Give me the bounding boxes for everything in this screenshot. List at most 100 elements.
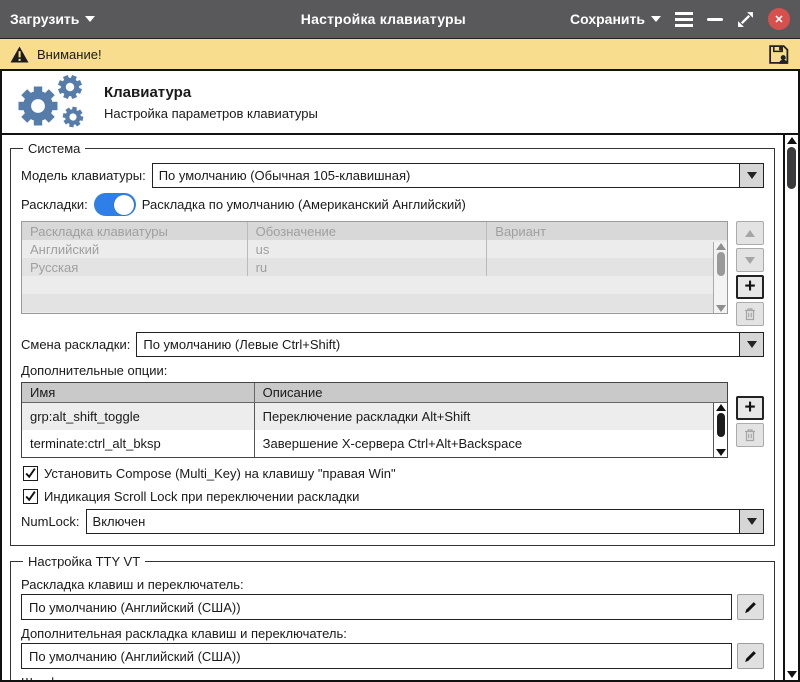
- tty-alt-layout-edit-button[interactable]: [737, 643, 764, 669]
- plus-icon: +: [744, 277, 755, 296]
- layouts-table: Раскладка клавиатуры Обозначение Вариант…: [21, 221, 728, 314]
- chevron-down-icon: [747, 518, 757, 525]
- compose-checkbox[interactable]: [23, 466, 38, 481]
- titlebar: Загрузить Настройка клавиатуры Сохранить: [0, 0, 800, 38]
- triangle-down-icon: [745, 257, 755, 264]
- table-row[interactable]: grp:alt_shift_toggle Переключение раскла…: [22, 403, 727, 430]
- keyboard-settings-gears-icon: [12, 74, 88, 130]
- tty-layout-row: По умолчанию (Английский (США)): [21, 594, 764, 620]
- scroll-thumb[interactable]: [787, 147, 796, 189]
- layout-switch-label: Смена раскладки:: [21, 337, 130, 352]
- pencil-icon: [743, 649, 758, 664]
- scroll-area: Система Модель клавиатуры: По умолчанию …: [2, 135, 783, 680]
- layout-move-up-button[interactable]: [736, 221, 764, 245]
- warning-text: Внимание!: [37, 47, 102, 62]
- keyboard-model-dropdown-button[interactable]: [739, 164, 763, 187]
- content-area: Система Модель клавиатуры: По умолчанию …: [2, 135, 798, 680]
- close-icon: ✕: [768, 8, 790, 30]
- warning-icon: [10, 46, 29, 63]
- options-table-buttons: +: [736, 396, 764, 447]
- options-table-header: Имя Описание: [22, 383, 727, 403]
- checkmark-icon: [24, 490, 37, 503]
- scroll-up-icon[interactable]: [787, 137, 797, 144]
- option-delete-button[interactable]: [736, 423, 764, 447]
- trash-icon: [743, 428, 757, 442]
- layout-switch-row: Смена раскладки: По умолчанию (Левые Ctr…: [21, 332, 764, 357]
- hamburger-icon: [675, 18, 693, 21]
- column-header: Раскладка клавиатуры: [22, 222, 248, 240]
- compose-checkbox-row[interactable]: Установить Compose (Multi_Key) на клавиш…: [23, 466, 764, 481]
- tty-layout-field[interactable]: По умолчанию (Английский (США)): [21, 594, 732, 620]
- table-row[interactable]: terminate:ctrl_alt_bksp Завершение X-сер…: [22, 430, 727, 457]
- table-row: Английский us: [22, 240, 727, 258]
- default-layout-toggle-text: Раскладка по умолчанию (Американский Анг…: [142, 197, 466, 212]
- triangle-up-icon: [745, 230, 755, 237]
- tty-layout-edit-button[interactable]: [737, 594, 764, 620]
- tty-alt-layout-label: Дополнительная раскладка клавиш и перекл…: [21, 626, 347, 641]
- vertical-scrollbar[interactable]: [783, 135, 798, 680]
- system-group: Система Модель клавиатуры: По умолчанию …: [10, 141, 775, 546]
- cell-layout-code: ru: [248, 258, 488, 276]
- scroll-down-icon[interactable]: [787, 671, 797, 678]
- numlock-dropdown-button[interactable]: [739, 510, 763, 533]
- column-header: Описание: [255, 383, 727, 403]
- scrolllock-checkbox[interactable]: [23, 489, 38, 504]
- scroll-up-icon: [716, 404, 726, 411]
- tty-group-legend: Настройка TTY VT: [23, 554, 145, 569]
- default-layout-toggle[interactable]: [94, 193, 136, 216]
- scroll-thumb[interactable]: [717, 413, 725, 437]
- cell-layout-variant: [487, 240, 727, 258]
- save-file-icon: [767, 43, 790, 66]
- keyboard-model-value: По умолчанию (Обычная 105-клавишная): [153, 164, 739, 187]
- window-body: Клавиатура Настройка параметров клавиату…: [0, 71, 800, 682]
- cell-layout-variant: [487, 258, 727, 276]
- tty-group: Настройка TTY VT Раскладка клавиш и пере…: [10, 554, 775, 680]
- layout-switch-dropdown-button[interactable]: [739, 333, 763, 356]
- layout-delete-button[interactable]: [736, 302, 764, 326]
- layout-move-down-button[interactable]: [736, 248, 764, 272]
- keyboard-settings-window: Загрузить Настройка клавиатуры Сохранить: [0, 0, 800, 682]
- trash-icon: [743, 307, 757, 321]
- column-header: Обозначение: [248, 222, 488, 240]
- maximize-icon: [737, 11, 754, 28]
- option-add-button[interactable]: +: [736, 396, 764, 420]
- compose-checkbox-label[interactable]: Установить Compose (Multi_Key) на клавиш…: [44, 466, 396, 481]
- minimize-button[interactable]: [707, 18, 723, 21]
- close-button[interactable]: ✕: [768, 8, 790, 30]
- load-menu-button[interactable]: Загрузить: [10, 11, 95, 27]
- numlock-row: NumLock: Включен: [21, 509, 764, 534]
- chevron-down-icon: [651, 16, 661, 22]
- options-table-scrollbar[interactable]: [713, 403, 727, 457]
- scroll-down-icon: [716, 449, 726, 456]
- tty-alt-layout-field[interactable]: По умолчанию (Английский (США)): [21, 643, 732, 669]
- layout-add-button[interactable]: +: [736, 275, 764, 299]
- column-header: Вариант: [487, 222, 727, 240]
- scrolllock-checkbox-label[interactable]: Индикация Scroll Lock при переключении р…: [44, 489, 359, 504]
- keyboard-model-select[interactable]: По умолчанию (Обычная 105-клавишная): [152, 163, 764, 188]
- chevron-down-icon: [747, 341, 757, 348]
- layouts-table-scrollbar[interactable]: [713, 242, 727, 313]
- empty-rows-filler: [22, 276, 727, 313]
- tty-layout-value: По умолчанию (Английский (США)): [29, 600, 241, 615]
- load-menu-label: Загрузить: [10, 11, 79, 27]
- tty-alt-layout-value: По умолчанию (Английский (США)): [29, 649, 241, 664]
- scroll-thumb[interactable]: [717, 252, 725, 276]
- main-menu-button[interactable]: [675, 18, 693, 21]
- numlock-select[interactable]: Включен: [86, 509, 764, 534]
- column-header: Имя: [22, 383, 255, 403]
- cell-layout-name: Английский: [22, 240, 248, 258]
- plus-icon: +: [744, 398, 755, 417]
- keyboard-model-row: Модель клавиатуры: По умолчанию (Обычная…: [21, 163, 764, 188]
- cell-layout-name: Русская: [22, 258, 248, 276]
- minimize-icon: [707, 18, 723, 21]
- save-menu-button[interactable]: Сохранить: [570, 11, 661, 27]
- scrolllock-checkbox-row[interactable]: Индикация Scroll Lock при переключении р…: [23, 489, 764, 504]
- layouts-table-header: Раскладка клавиатуры Обозначение Вариант: [22, 222, 727, 240]
- numlock-label: NumLock:: [21, 514, 80, 529]
- scroll-down-icon: [716, 305, 726, 312]
- layout-switch-select[interactable]: По умолчанию (Левые Ctrl+Shift): [136, 332, 764, 357]
- save-file-button[interactable]: [767, 43, 790, 66]
- layout-switch-value: По умолчанию (Левые Ctrl+Shift): [137, 333, 739, 356]
- maximize-button[interactable]: [737, 11, 754, 28]
- layouts-table-buttons: +: [736, 221, 764, 326]
